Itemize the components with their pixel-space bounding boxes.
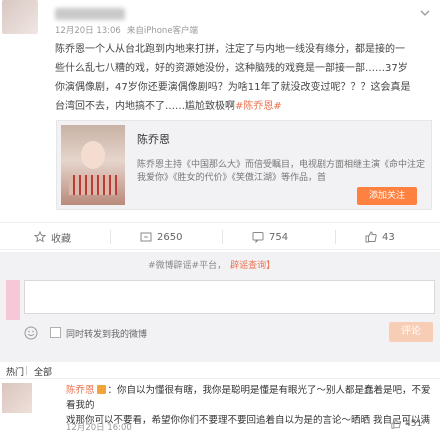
emoji-icon[interactable]: [24, 326, 38, 340]
thumbs-up-icon: [391, 419, 401, 429]
topic-tag-link[interactable]: #陈乔恩#: [235, 101, 282, 112]
divider: [222, 230, 223, 244]
thumbs-up-icon: [365, 231, 377, 243]
author-avatar[interactable]: [2, 0, 38, 34]
follow-button[interactable]: 添加关注: [357, 187, 417, 205]
divider: [110, 230, 111, 244]
profile-photo-face: [81, 141, 105, 169]
comment-item: 陈乔恩 ：你自以为懂很有瞎，我你是聪明是懂是有眼光了～别人都是蠢着是吧，不爱看我的…: [0, 378, 440, 438]
comment-icon: [252, 232, 264, 243]
repost-count: 2650: [157, 231, 183, 243]
card-title[interactable]: 陈乔恩: [137, 131, 170, 147]
like-action[interactable]: 43: [365, 223, 395, 251]
post-line-4-text: 台湾回不去，内地搞不了……尴尬致极啊: [55, 101, 235, 112]
post-text: 陈乔恩一个人从台北跑到内地来打拼，注定了与内地一线没有缘分，都是接的一 些什么乱…: [55, 40, 433, 116]
divider: [26, 366, 27, 375]
post-line-3: 你演偶像剧，47岁你还要演偶像剧吗？为啥11年了就没改变过呢？？？这会真是: [55, 82, 411, 93]
commenter-avatar[interactable]: [2, 383, 32, 413]
profile-photo-scarf: [69, 175, 117, 195]
profile-photo[interactable]: [61, 125, 125, 205]
divider: [335, 230, 336, 244]
comment-composer: #微博辟谣#平台， 辟谣查询】 同时转发到我的微博 评论: [0, 252, 440, 362]
comment-body-1: ：你自以为懂很有瞎，我你是聪明是懂是有眼光了～别人都是蠢着是吧，不爱看我的: [66, 385, 431, 411]
post-source[interactable]: iPhone客户端: [144, 26, 198, 36]
author-name-blurred[interactable]: [55, 8, 125, 20]
comment-input[interactable]: [24, 280, 435, 314]
chevron-down-icon[interactable]: [420, 8, 430, 18]
commenter-name[interactable]: 陈乔恩: [66, 385, 95, 396]
post-line-1: 陈乔恩一个人从台北跑到内地来打拼，注定了与内地一线没有缘分，都是接的一: [55, 44, 405, 55]
comment-action[interactable]: 754: [252, 223, 288, 251]
post-date[interactable]: 12月20日 13:06: [55, 26, 121, 36]
post-source-prefix: 来自: [126, 26, 144, 36]
comment-like-count: 451: [405, 419, 423, 429]
repost-action[interactable]: 2650: [140, 223, 182, 251]
post-header: 12月20日 13:06 来自iPhone客户端: [0, 0, 440, 40]
comment-time: 12月20日 16:00: [66, 423, 132, 433]
comment-count: 754: [269, 231, 289, 243]
verified-badge-icon: [96, 385, 106, 394]
comment-tabs: 热门 全部: [0, 362, 440, 378]
current-user-avatar: [6, 280, 20, 320]
card-description: 陈乔恩主持《中国那么大》而倍受瞩目，电视剧方面相继主演《命中注定我爱你》《胜女的…: [137, 160, 426, 183]
post-line-2: 些什么乱七八糟的戏，好的资源她没份，这种脑残的戏竟是一部接一部……37岁: [55, 63, 408, 74]
favorite-label: 收藏: [51, 233, 71, 245]
repost-icon: [140, 232, 152, 242]
rumor-hint-text: #微博辟谣#平台，: [148, 261, 227, 271]
profile-card[interactable]: 陈乔恩 陈乔恩主持《中国那么大》而倍受瞩目，电视剧方面相继主演《命中注定我爱你》…: [56, 120, 432, 210]
action-bar: 收藏 2650 754 43: [0, 222, 440, 250]
submit-comment-button[interactable]: 评论: [389, 322, 433, 342]
star-icon: [34, 231, 46, 243]
also-repost-checkbox[interactable]: [50, 327, 61, 338]
also-repost-label[interactable]: 同时转发到我的微博: [66, 327, 147, 340]
post-line-4: 台湾回不去，内地搞不了……尴尬致极啊#陈乔恩#: [55, 97, 433, 116]
post-meta: 12月20日 13:06 来自iPhone客户端: [55, 24, 198, 36]
favorite-action[interactable]: 收藏: [34, 223, 71, 251]
comment-like-action[interactable]: 451: [391, 419, 422, 429]
tab-all[interactable]: 全部: [34, 365, 52, 378]
rumor-query-link[interactable]: 辟谣查询】: [230, 258, 275, 271]
rumor-hint: #微博辟谣#平台， 辟谣查询】: [148, 258, 275, 271]
like-count: 43: [382, 231, 395, 243]
tab-hot[interactable]: 热门: [6, 365, 24, 378]
